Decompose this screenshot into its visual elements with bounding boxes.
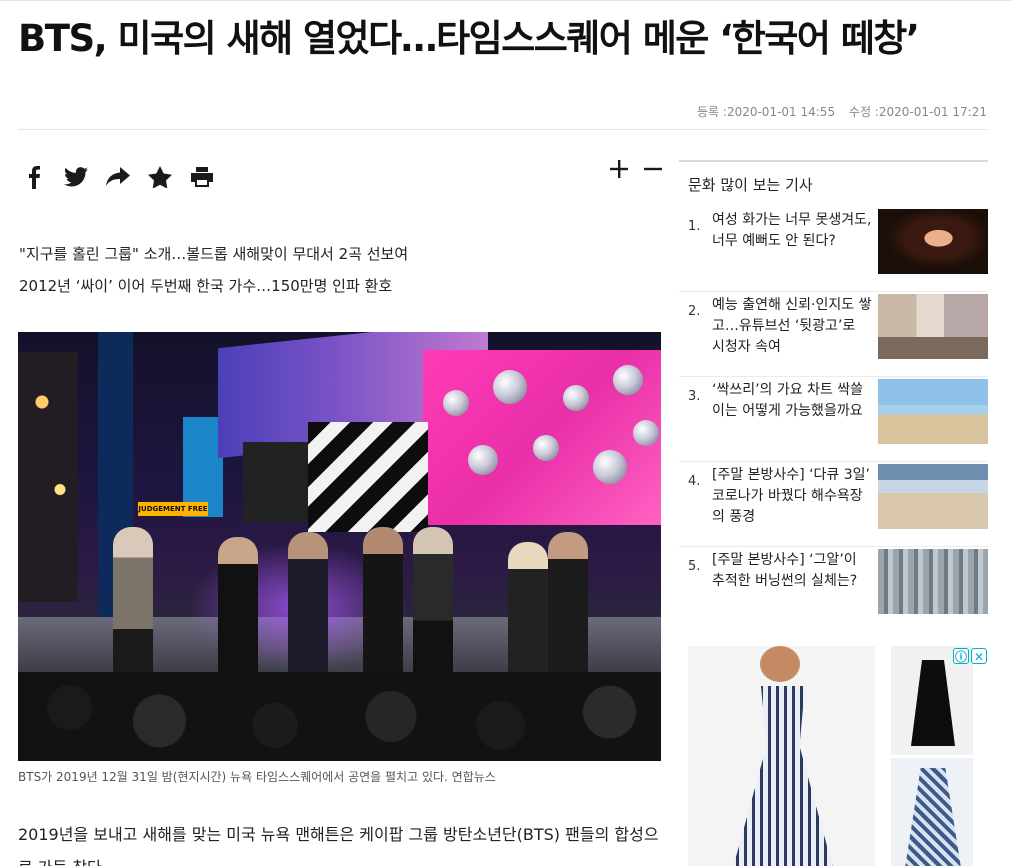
item-thumbnail[interactable] <box>878 549 988 614</box>
facebook-icon[interactable] <box>22 165 46 189</box>
ad-dress-image[interactable] <box>688 646 875 866</box>
item-thumbnail[interactable] <box>878 464 988 529</box>
photo-caption: BTS가 2019년 12월 31일 밤(현지시간) 뉴욕 타임스스퀘어에서 공… <box>18 770 496 784</box>
item-thumbnail[interactable] <box>878 294 988 359</box>
minus-icon[interactable] <box>642 157 664 181</box>
item-title[interactable]: 여성 화가는 너무 못생겨도, 너무 예뻐도 안 된다? <box>712 210 872 252</box>
popular-item-4[interactable]: 4. [주말 본방사수] ‘다큐 3일’ 코로나가 바꿨다 해수욕장의 풍경 <box>679 462 988 547</box>
body-paragraph-line: 2019년을 보내고 새해를 맞는 미국 뉴욕 맨해튼은 케이팝 그룹 방탄소년… <box>18 825 659 844</box>
item-title[interactable]: [주말 본방사수] ‘그알’이 추적한 버닝썬의 실체는? <box>712 550 872 592</box>
modified-time: 2020-01-01 17:21 <box>878 105 987 119</box>
subhead-line: "지구를 홀린 그룹" 소개…볼드롭 새해맞이 무대서 2곡 선보여 <box>19 245 409 263</box>
popular-articles-sidebar: 문화 많이 보는 기사 1. 여성 화가는 너무 못생겨도, 너무 예뻐도 안 … <box>679 160 988 632</box>
modified-label: 수정 : <box>848 105 879 119</box>
header-divider <box>18 129 988 130</box>
popular-list: 1. 여성 화가는 너무 못생겨도, 너무 예뻐도 안 된다? 2. 예능 출연… <box>679 207 988 632</box>
popular-item-1[interactable]: 1. 여성 화가는 너무 못생겨도, 너무 예뻐도 안 된다? <box>679 207 988 292</box>
popular-item-5[interactable]: 5. [주말 본방사수] ‘그알’이 추적한 버닝썬의 실체는? <box>679 547 988 632</box>
advertisement[interactable]: ⓘ ✕ <box>688 646 989 866</box>
share-bar <box>22 165 214 189</box>
item-rank: 2. <box>688 304 701 319</box>
item-thumbnail[interactable] <box>878 209 988 274</box>
subhead-line: 2012년 ‘싸이’ 이어 두번째 한국 가수…150만명 인파 환호 <box>19 277 393 295</box>
item-rank: 3. <box>688 389 701 404</box>
article-body: 2019년을 보내고 새해를 맞는 미국 뉴욕 맨해튼은 케이팝 그룹 방탄소년… <box>18 818 663 866</box>
plus-icon[interactable] <box>608 157 630 181</box>
article-subheads: "지구를 홀린 그룹" 소개…볼드롭 새해맞이 무대서 2곡 선보여 2012년… <box>19 238 408 302</box>
registered-label: 등록 : <box>696 105 727 119</box>
sidebar-title: 문화 많이 보는 기사 <box>688 176 813 194</box>
item-rank: 4. <box>688 474 701 489</box>
ad-choices: ⓘ ✕ <box>953 648 987 664</box>
article-headline: BTS, 미국의 새해 열었다…타임스스퀘어 메운 ‘한국어 떼창’ <box>18 17 920 60</box>
item-title[interactable]: [주말 본방사수] ‘다큐 3일’ 코로나가 바꿨다 해수욕장의 풍경 <box>712 465 872 528</box>
share-icon[interactable] <box>106 165 130 189</box>
item-rank: 1. <box>688 219 701 234</box>
body-paragraph-line: 로 가득 찼다. <box>18 851 663 866</box>
ad-dress-image[interactable] <box>891 758 973 866</box>
print-icon[interactable] <box>190 165 214 189</box>
registered-time: 2020-01-01 14:55 <box>726 105 836 119</box>
item-title[interactable]: 예능 출연해 신뢰·인지도 쌓고…유튜브선 ‘뒷광고’로 시청자 속여 <box>712 295 872 358</box>
article-photo[interactable]: JUDGEMENT FREE <box>18 332 661 761</box>
judgement-free-sign: JUDGEMENT FREE <box>138 502 208 516</box>
popular-item-3[interactable]: 3. ‘싹쓰리’의 가요 차트 싹쓸이는 어떻게 가능했을까요 <box>679 377 988 462</box>
ad-info-icon[interactable]: ⓘ <box>953 648 969 664</box>
sidebar-rule <box>679 160 988 162</box>
twitter-icon[interactable] <box>64 165 88 189</box>
font-size-controls <box>608 157 664 181</box>
item-title[interactable]: ‘싹쓰리’의 가요 차트 싹쓸이는 어떻게 가능했을까요 <box>712 380 872 422</box>
item-rank: 5. <box>688 559 701 574</box>
article-dates: 등록 :2020-01-01 14:55 수정 :2020-01-01 17:2… <box>691 103 987 120</box>
star-icon[interactable] <box>148 165 172 189</box>
top-rule <box>0 0 1011 6</box>
item-thumbnail[interactable] <box>878 379 988 444</box>
popular-item-2[interactable]: 2. 예능 출연해 신뢰·인지도 쌓고…유튜브선 ‘뒷광고’로 시청자 속여 <box>679 292 988 377</box>
ad-close-icon[interactable]: ✕ <box>971 648 987 664</box>
